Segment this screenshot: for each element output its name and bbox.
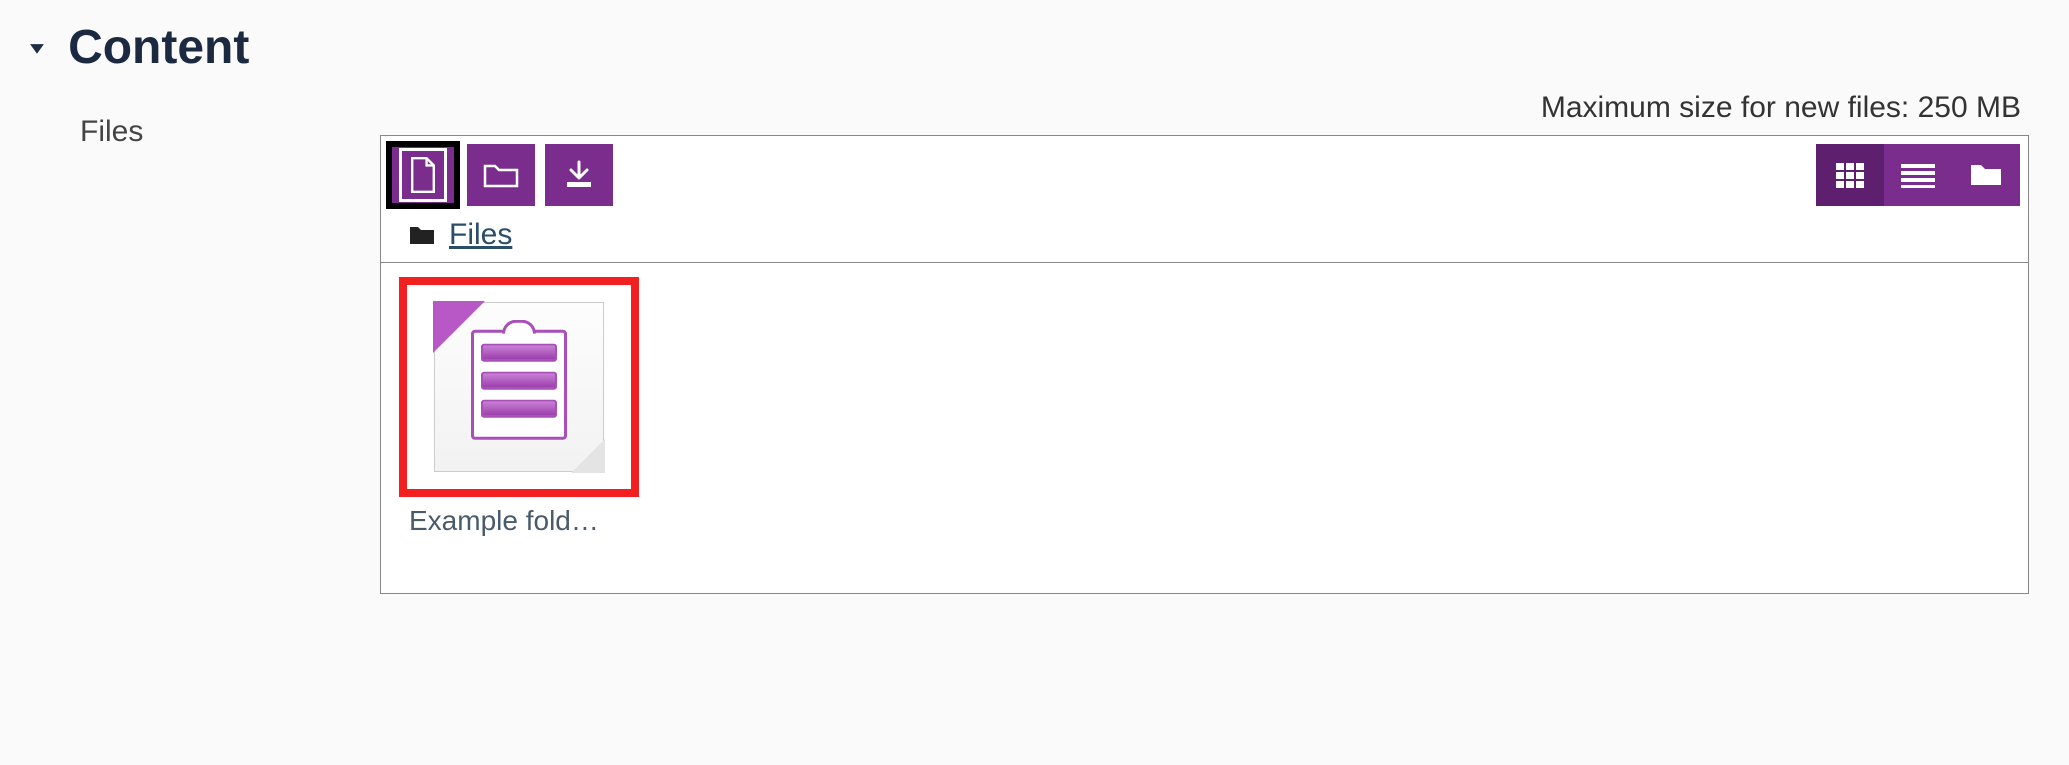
breadcrumb-root-link[interactable]: Files	[449, 218, 512, 252]
breadcrumb: Files	[381, 212, 2028, 262]
folder-icon	[483, 160, 519, 190]
section-title: Content	[68, 20, 249, 75]
content-row: Files Maximum size for new files: 250 MB	[0, 85, 2069, 594]
list-icon	[1901, 162, 1935, 188]
file-manager-body: Example fold…	[381, 263, 2028, 593]
section-header[interactable]: ▾ Content	[0, 0, 2069, 85]
file-manager-column: Maximum size for new files: 250 MB	[380, 85, 2069, 594]
folder-solid-icon	[409, 224, 435, 246]
file-manager: Files	[380, 135, 2029, 594]
grid-icon	[1835, 162, 1865, 188]
file-thumbnail-highlight	[399, 277, 639, 497]
clipboard-file-icon	[434, 302, 604, 472]
view-details-button[interactable]	[1884, 144, 1952, 206]
files-label: Files	[0, 85, 380, 149]
max-size-text: Maximum size for new files: 250 MB	[380, 85, 2029, 135]
file-name-label: Example fold…	[399, 497, 639, 537]
create-folder-button[interactable]	[467, 144, 535, 206]
download-all-button[interactable]	[545, 144, 613, 206]
download-icon	[563, 160, 595, 190]
file-item[interactable]: Example fold…	[399, 277, 639, 537]
chevron-down-icon: ▾	[30, 36, 44, 59]
toolbar-views	[1816, 144, 2020, 206]
add-file-button[interactable]	[389, 144, 457, 206]
file-manager-toolbar	[381, 136, 2028, 212]
view-icons-button[interactable]	[1816, 144, 1884, 206]
folder-solid-icon	[1969, 161, 2003, 189]
toolbar-actions	[389, 144, 613, 206]
view-tree-button[interactable]	[1952, 144, 2020, 206]
file-icon	[408, 157, 438, 193]
